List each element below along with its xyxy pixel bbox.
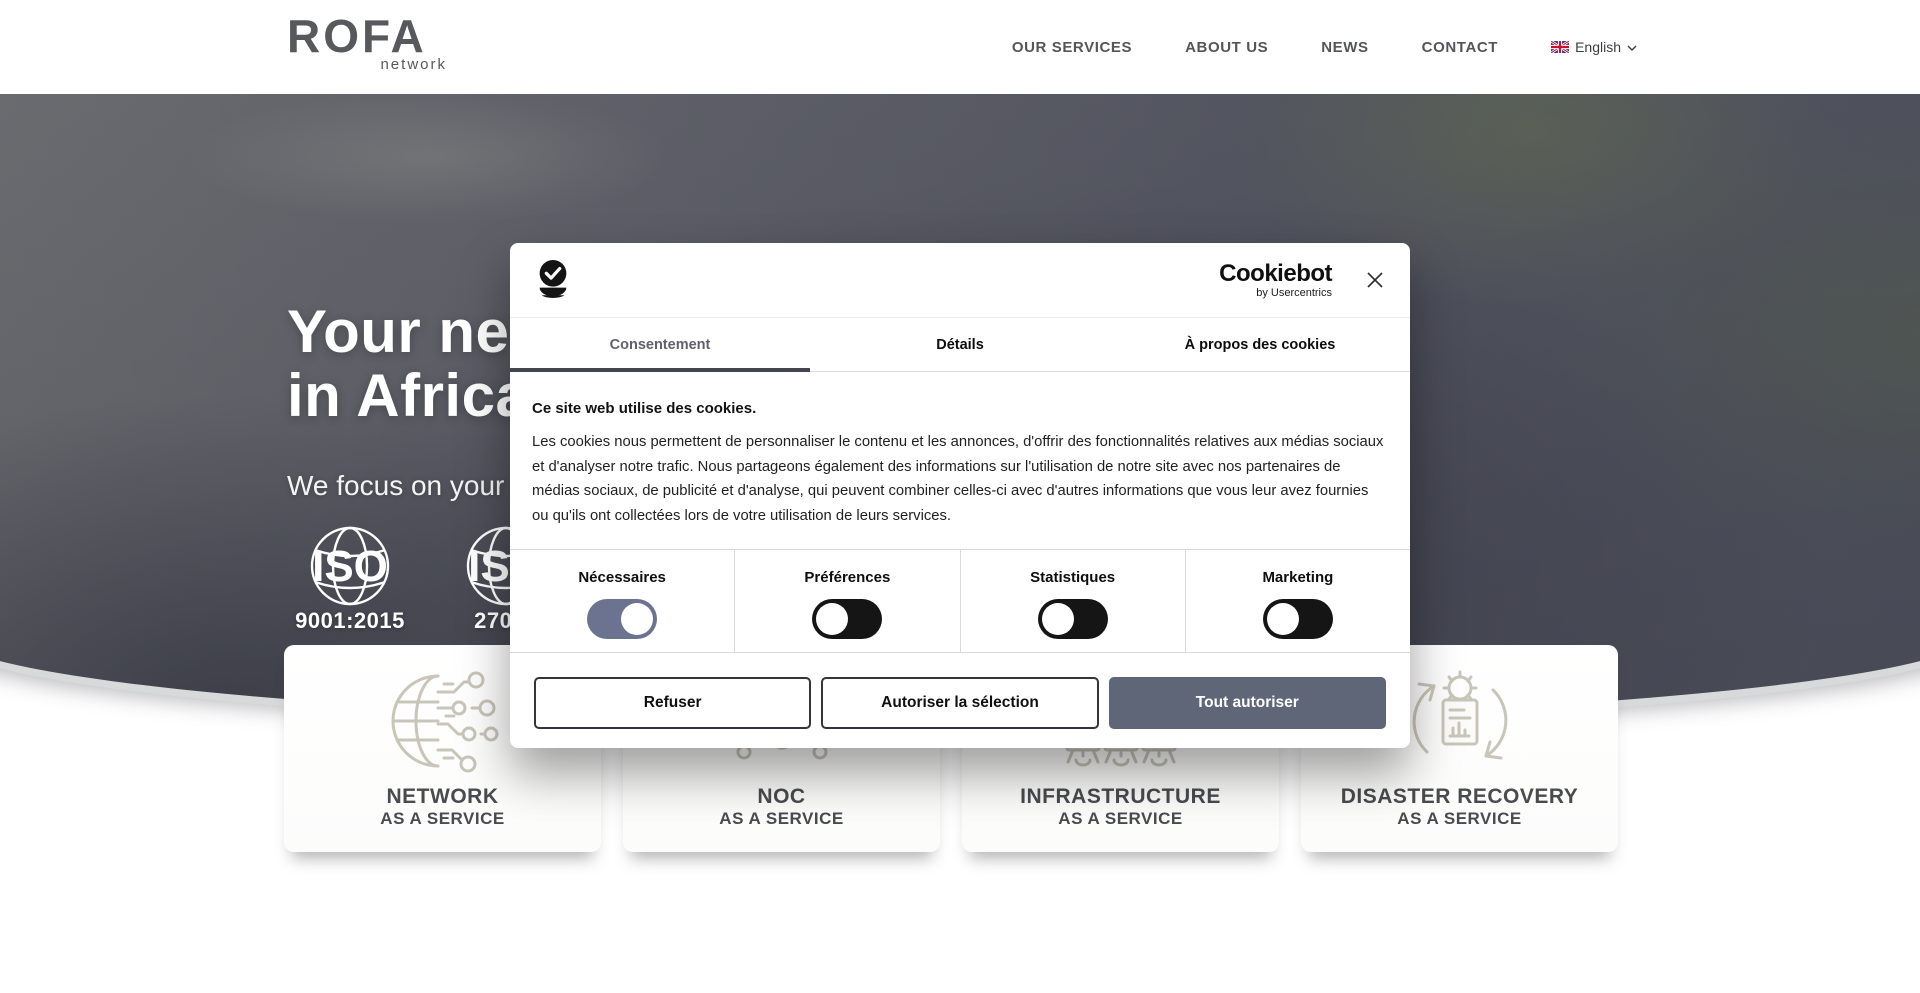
toggle-necessaires bbox=[587, 599, 657, 639]
toggle-statistiques[interactable] bbox=[1038, 599, 1108, 639]
logo-title: ROFA bbox=[287, 12, 447, 60]
site-header: ROFA network OUR SERVICES ABOUT US NEWS … bbox=[0, 0, 1920, 94]
allow-all-button[interactable]: Tout autoriser bbox=[1109, 677, 1386, 729]
toggle-preferences[interactable] bbox=[812, 599, 882, 639]
category-preferences: Préférences bbox=[735, 550, 960, 652]
toggle-knob bbox=[1267, 603, 1299, 635]
cookie-dialog-body: Ce site web utilise des cookies. Les coo… bbox=[510, 372, 1410, 528]
cookie-consent-description: Les cookies nous permettent de personnal… bbox=[532, 430, 1388, 528]
category-necessaires: Nécessaires bbox=[510, 550, 735, 652]
cookie-dialog-header: Cookiebot by Usercentrics bbox=[510, 243, 1410, 317]
cookie-consent-dialog: Cookiebot by Usercentrics Consentement D… bbox=[510, 243, 1410, 748]
cookiebot-logo-text: Cookiebot bbox=[1219, 262, 1332, 286]
allow-selection-button[interactable]: Autoriser la sélection bbox=[821, 677, 1098, 729]
nav-item-contact[interactable]: CONTACT bbox=[1422, 39, 1498, 56]
hero-heading-line2: in Africa bbox=[287, 364, 529, 428]
card-subtitle: AS A SERVICE bbox=[1301, 809, 1618, 829]
cookiebot-check-stack-icon bbox=[532, 259, 574, 301]
category-marketing: Marketing bbox=[1186, 550, 1410, 652]
card-subtitle: AS A SERVICE bbox=[623, 809, 940, 829]
hero-subheading: We focus on your ne bbox=[287, 470, 543, 502]
main-nav: OUR SERVICES ABOUT US NEWS CONTACT Engli… bbox=[1012, 0, 1637, 94]
toggle-marketing[interactable] bbox=[1263, 599, 1333, 639]
chevron-down-icon bbox=[1627, 45, 1637, 51]
cookie-consent-title: Ce site web utilise des cookies. bbox=[532, 400, 1388, 417]
category-label: Marketing bbox=[1262, 569, 1333, 586]
card-title: DISASTER RECOVERY bbox=[1301, 785, 1618, 809]
tab-a-propos-des-cookies[interactable]: À propos des cookies bbox=[1110, 318, 1410, 371]
cookie-dialog-tabs: Consentement Détails À propos des cookie… bbox=[510, 317, 1410, 372]
toggle-knob bbox=[1042, 603, 1074, 635]
card-title: NETWORK bbox=[284, 785, 601, 809]
hero-heading: Your ne in Africa bbox=[287, 300, 529, 428]
cookiebot-byline: by Usercentrics bbox=[1256, 287, 1332, 299]
refuse-button[interactable]: Refuser bbox=[534, 677, 811, 729]
card-subtitle: AS A SERVICE bbox=[962, 809, 1279, 829]
category-statistiques: Statistiques bbox=[961, 550, 1186, 652]
toggle-knob bbox=[621, 603, 653, 635]
cookie-dialog-buttons: Refuser Autoriser la sélection Tout auto… bbox=[510, 653, 1410, 729]
language-label: English bbox=[1575, 39, 1621, 55]
hero-heading-line1: Your ne bbox=[287, 300, 529, 364]
uk-flag-icon bbox=[1551, 41, 1569, 53]
card-title: INFRASTRUCTURE bbox=[962, 785, 1279, 809]
svg-text:ISO: ISO bbox=[312, 542, 388, 591]
tab-details[interactable]: Détails bbox=[810, 318, 1110, 371]
rofa-logo[interactable]: ROFA network bbox=[287, 12, 447, 73]
category-label: Nécessaires bbox=[578, 569, 666, 586]
iso-9001-badge: ISO 9001:2015 bbox=[287, 524, 413, 634]
language-selector[interactable]: English bbox=[1551, 39, 1637, 55]
nav-item-about-us[interactable]: ABOUT US bbox=[1185, 39, 1268, 56]
tab-consentement[interactable]: Consentement bbox=[510, 318, 810, 371]
cookie-categories: Nécessaires Préférences Statistiques Mar… bbox=[510, 549, 1410, 653]
close-icon[interactable] bbox=[1362, 267, 1388, 293]
iso-globe-icon: ISO bbox=[287, 524, 413, 608]
cookiebot-brand: Cookiebot by Usercentrics bbox=[1219, 262, 1332, 299]
nav-item-our-services[interactable]: OUR SERVICES bbox=[1012, 39, 1132, 56]
card-subtitle: AS A SERVICE bbox=[284, 809, 601, 829]
category-label: Préférences bbox=[804, 569, 890, 586]
category-label: Statistiques bbox=[1030, 569, 1115, 586]
card-title: NOC bbox=[623, 785, 940, 809]
toggle-knob bbox=[816, 603, 848, 635]
iso-badge-label: 9001:2015 bbox=[287, 608, 413, 634]
nav-item-news[interactable]: NEWS bbox=[1321, 39, 1368, 56]
